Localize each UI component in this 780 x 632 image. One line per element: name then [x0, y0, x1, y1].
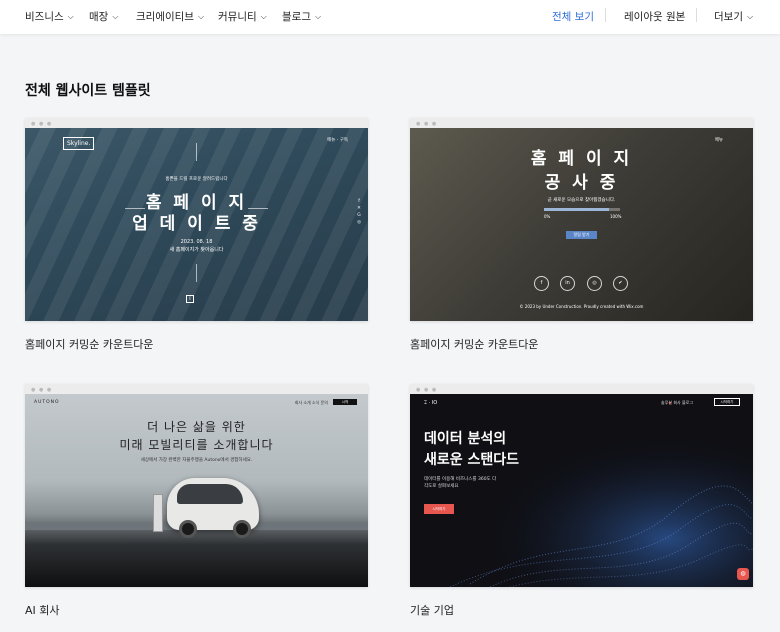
template-preview[interactable]: ● ● ● AUTONO 회사 소개 소식 문의 시작 더 나은 삶을 위한 미… [25, 384, 368, 587]
layout-original-link[interactable]: 레이아웃 원본 [624, 9, 685, 24]
preview-heading-line2: 업 데 이 트 중 [132, 214, 261, 234]
template-name[interactable]: AI 회사 [25, 602, 60, 618]
chevron-down-icon: ⌵ [746, 12, 754, 21]
charger-illustration [153, 494, 163, 532]
template-preview[interactable]: ● ● ● Skyline. 메뉴 · 구독 홈쁜을 드릴 프로운 알려드립니다… [25, 118, 368, 321]
preview-heading-line2: 공 사 중 [544, 173, 619, 193]
nav-item-creative[interactable]: 크리에이티브 ⌵ [136, 9, 204, 24]
template-card[interactable]: ● ● ● ⌶ · IO 솔루션 회사 블로그 시작하기 데이터 분석의 새로운… [410, 384, 753, 617]
progress-bar [544, 208, 620, 211]
preview-heading-line2: 미래 모빌리티를 소개합니다 [119, 438, 274, 452]
preview-button: 알림 받기 [566, 231, 597, 239]
nav-item-blog[interactable]: 블로그 ⌵ [282, 9, 321, 24]
template-card[interactable]: ● ● ● AUTONO 회사 소개 소식 문의 시작 더 나은 삶을 위한 미… [25, 384, 368, 617]
template-card[interactable]: ● ● ● Skyline. 메뉴 · 구독 홈쁜을 드릴 프로운 알려드립니다… [25, 118, 368, 351]
preview-screen: ⌶ · IO 솔루션 회사 블로그 시작하기 데이터 분석의 새로운 스탠다드 … [410, 394, 753, 587]
view-all-link[interactable]: 전체 보기 [552, 9, 594, 24]
preview-heading-line2: 새로운 스탠다드 [424, 452, 520, 468]
section-title: 전체 웹사이트 템플릿 [25, 83, 151, 99]
preview-logo: Skyline. [63, 137, 95, 150]
window-dots-icon: ● ● ● [416, 387, 438, 393]
template-preview[interactable]: ● ● ● ⌶ · IO 솔루션 회사 블로그 시작하기 데이터 분석의 새로운… [410, 384, 753, 587]
window-dots-icon: ● ● ● [31, 387, 53, 393]
chat-icon: ◍ [737, 568, 749, 580]
social-icons: f ✕ G ◎ [357, 199, 361, 225]
top-nav: 비즈니스 ⌵ 매장 ⌵ 크리에이티브 ⌵ 커뮤니티 ⌵ 블로그 ⌵ 전체 보기 레이아웃 … [0, 0, 780, 34]
divider [605, 8, 606, 22]
chevron-down-icon: ⌵ [67, 12, 74, 21]
preview-heading-line1: 홈 페 이 지 [530, 149, 633, 169]
preview-top-links: 메뉴 · 구독 [327, 138, 348, 143]
browser-bar: ● ● ● [25, 384, 368, 394]
nav-item-business[interactable]: 비즈니스 ⌵ [25, 9, 74, 24]
window-dots-icon: ● ● ● [31, 121, 53, 127]
template-name[interactable]: 기술 기업 [410, 602, 454, 618]
template-name[interactable]: 홈페이지 커밍순 카운트다운 [410, 336, 538, 352]
facebook-icon: f [534, 276, 549, 291]
chevron-down-icon: ⌵ [197, 12, 205, 21]
template-card[interactable]: ● ● ● 메뉴 홈 페 이 지 공 사 중 곧 새로운 모습으로 찾아뵙겠습니… [410, 118, 753, 351]
chevron-down-icon: ⌵ [314, 12, 322, 21]
preview-screen: AUTONO 회사 소개 소식 문의 시작 더 나은 삶을 위한 미래 모빌리티… [25, 394, 368, 587]
twitter-icon: ✔ [613, 276, 628, 291]
preview-screen: Skyline. 메뉴 · 구독 홈쁜을 드릴 프로운 알려드립니다 홈 페 이… [25, 128, 368, 321]
nav-item-community[interactable]: 커뮤니티 ⌵ [218, 9, 267, 24]
divider [696, 8, 697, 22]
chevron-down-icon: ⌵ [260, 12, 267, 21]
more-dropdown[interactable]: 더보기 ⌵ [714, 9, 753, 24]
instagram-icon: ◎ [587, 276, 602, 291]
template-name[interactable]: 홈페이지 커밍순 카운트다운 [25, 336, 153, 352]
info-icon: i [186, 295, 194, 303]
nav-item-store[interactable]: 매장 ⌵ [89, 9, 118, 24]
preview-screen: 메뉴 홈 페 이 지 공 사 중 곧 새로운 모습으로 찾아뵙겠습니다. 0% … [410, 128, 753, 321]
template-preview[interactable]: ● ● ● 메뉴 홈 페 이 지 공 사 중 곧 새로운 모습으로 찾아뵙겠습니… [410, 118, 753, 321]
window-dots-icon: ● ● ● [416, 121, 438, 127]
particle-wave [410, 394, 753, 587]
browser-bar: ● ● ● [410, 118, 753, 128]
chevron-down-icon: ⌵ [112, 12, 119, 21]
linkedin-icon: in [560, 276, 575, 291]
preview-button: 시작하기 [424, 504, 454, 514]
preview-heading-line1: 더 나은 삶을 위한 [147, 420, 246, 434]
browser-bar: ● ● ● [410, 384, 753, 394]
browser-bar: ● ● ● [25, 118, 368, 128]
preview-heading-line1: 데이터 분석의 [424, 431, 507, 447]
